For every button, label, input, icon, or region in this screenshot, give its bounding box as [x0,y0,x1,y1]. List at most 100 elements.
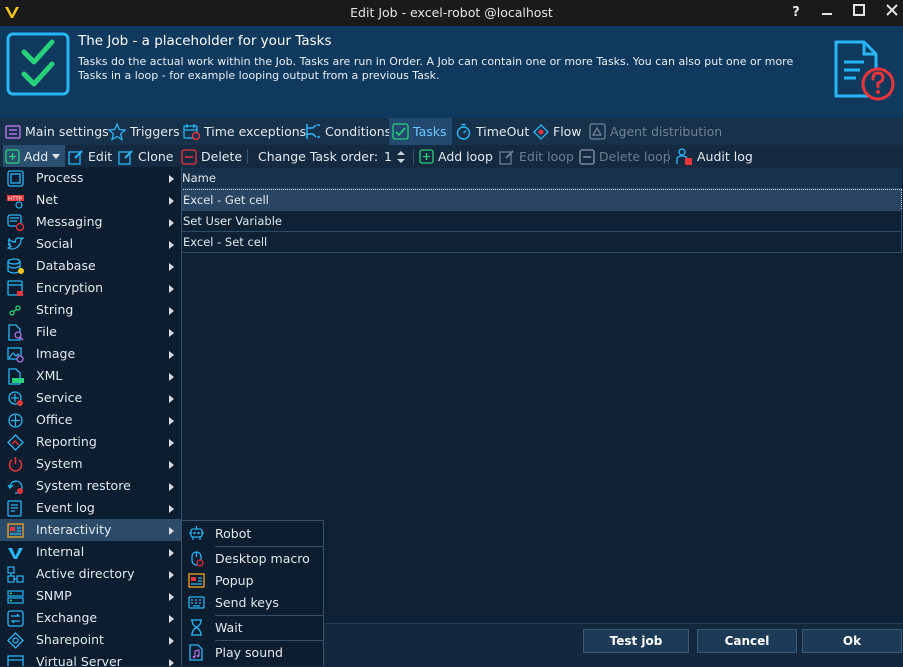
tab-label: Main settings [25,124,109,139]
submenu-item-play-sound[interactable]: Play sound [182,641,323,663]
submenu-arrow-icon [169,197,174,205]
svg-text:HTTP: HTTP [8,196,23,202]
system-restore-icon [7,480,23,494]
submenu-arrow-icon [169,263,174,271]
audit-log-button[interactable]: Audit log [675,145,753,168]
audit-log-icon [676,147,692,165]
menu-item-reporting[interactable]: Reporting [0,431,181,453]
table-row[interactable]: Excel - Get cell [180,189,902,211]
menu-item-process[interactable]: Process [0,167,181,189]
menu-item-snmp[interactable]: SNMP [0,585,181,607]
menu-item-encryption[interactable]: Encryption [0,277,181,299]
menu-item-label: SNMP [36,588,72,603]
clone-label: Clone [138,149,174,164]
tab-flow[interactable]: Flow [533,118,582,145]
document-help-icon [834,40,895,101]
submenu-item-desktop-macro[interactable]: Desktop macro [182,547,323,569]
stepper-arrows-icon[interactable] [396,149,406,165]
test-job-button[interactable]: Test job [583,629,689,653]
menu-item-system-restore[interactable]: System restore [0,475,181,497]
menu-item-file[interactable]: File [0,321,181,343]
tab-bar: Main settings Triggers Time exceptions C… [0,118,903,145]
submenu-item-wait[interactable]: Wait [182,616,323,638]
submenu-item-label: Popup [215,573,254,588]
submenu-arrow-icon [169,307,174,315]
menu-item-interactivity[interactable]: Interactivity [0,519,181,541]
tab-agent-distribution[interactable]: Agent distribution [589,118,722,145]
close-button[interactable] [883,4,901,22]
menu-item-label: Database [36,258,96,273]
menu-item-service[interactable]: Service [0,387,181,409]
reporting-icon [7,434,24,451]
menu-item-database[interactable]: Database [0,255,181,277]
ok-button[interactable]: Ok [802,629,902,653]
minimize-icon [822,13,832,15]
maximize-button[interactable] [850,4,868,22]
menu-item-active-directory[interactable]: Active directory [0,563,181,585]
task-toolbar: Add Edit Clone Delete Change Task order:… [0,145,903,168]
submenu-arrow-icon [169,395,174,403]
clone-icon [118,149,133,165]
tab-triggers[interactable]: Triggers [108,118,180,145]
edit-task-button[interactable]: Edit [68,145,112,168]
toolbar-divider [413,149,414,164]
encryption-icon [7,280,23,296]
tab-conditions[interactable]: Conditions [304,118,391,145]
delete-loop-icon [579,148,595,165]
submenu-item-popup[interactable]: Popup [182,569,323,591]
help-button[interactable]: ? [787,4,805,22]
cancel-button[interactable]: Cancel [697,629,797,653]
table-row[interactable]: Set User Variable [180,210,902,232]
menu-item-system[interactable]: System [0,453,181,475]
menu-item-xml[interactable]: XML [0,365,181,387]
edit-loop-button[interactable]: Edit loop [499,145,574,168]
delete-loop-button[interactable]: Delete loop [579,145,671,168]
submenu-item-label: Wait [215,620,243,635]
submenu-item-send-keys[interactable]: Send keys [182,591,323,613]
edit-label: Edit [88,149,113,164]
column-header-label: Name [182,171,216,185]
add-task-button[interactable]: Add [3,145,65,168]
delete-label: Delete [201,149,243,164]
menu-item-image[interactable]: Image [0,343,181,365]
table-row[interactable]: Excel - Set cell [180,231,902,253]
menu-item-exchange[interactable]: Exchange [0,607,181,629]
menu-item-sharepoint[interactable]: Sharepoint [0,629,181,651]
popup-icon [188,573,205,588]
minimize-button[interactable] [818,4,836,22]
menu-item-net[interactable]: HTTP Net [0,189,181,211]
menu-item-office[interactable]: Office [0,409,181,431]
menu-item-messaging[interactable]: Messaging [0,211,181,233]
office-icon [8,413,23,428]
menu-item-label: System [36,456,83,471]
menu-item-label: Encryption [36,280,104,295]
star-icon [108,122,126,141]
menu-item-label: File [36,324,57,339]
tab-tasks[interactable]: Tasks [389,118,452,145]
add-loop-button[interactable]: Add loop [419,145,493,168]
event-log-icon [7,500,22,517]
task-name: Excel - Set cell [183,235,268,249]
clone-task-button[interactable]: Clone [118,145,173,168]
order-stepper[interactable]: 1 [378,148,410,165]
tab-label: Conditions [325,124,392,139]
submenu-arrow-icon [169,505,174,513]
delete-task-button[interactable]: Delete [181,145,242,168]
menu-item-label: String [36,302,74,317]
interactivity-icon [7,523,24,538]
menu-item-social[interactable]: Social [0,233,181,255]
tab-time-exceptions[interactable]: Time exceptions [183,118,306,145]
tab-main-settings[interactable]: Main settings [5,118,109,145]
tab-timeout[interactable]: TimeOut [455,118,529,145]
menu-item-label: Active directory [36,566,135,581]
submenu-item-label: Robot [215,526,252,541]
submenu-item-robot[interactable]: Robot [182,522,323,544]
menu-item-string[interactable]: String [0,299,181,321]
menu-item-virtual-server[interactable]: Virtual Server [0,651,181,666]
conditions-icon [306,124,320,139]
submenu-arrow-icon [169,373,174,381]
submenu-item-label: Play sound [215,645,283,660]
column-header-name[interactable]: Name [180,168,902,189]
menu-item-internal[interactable]: Internal [0,541,181,563]
menu-item-event-log[interactable]: Event log [0,497,181,519]
